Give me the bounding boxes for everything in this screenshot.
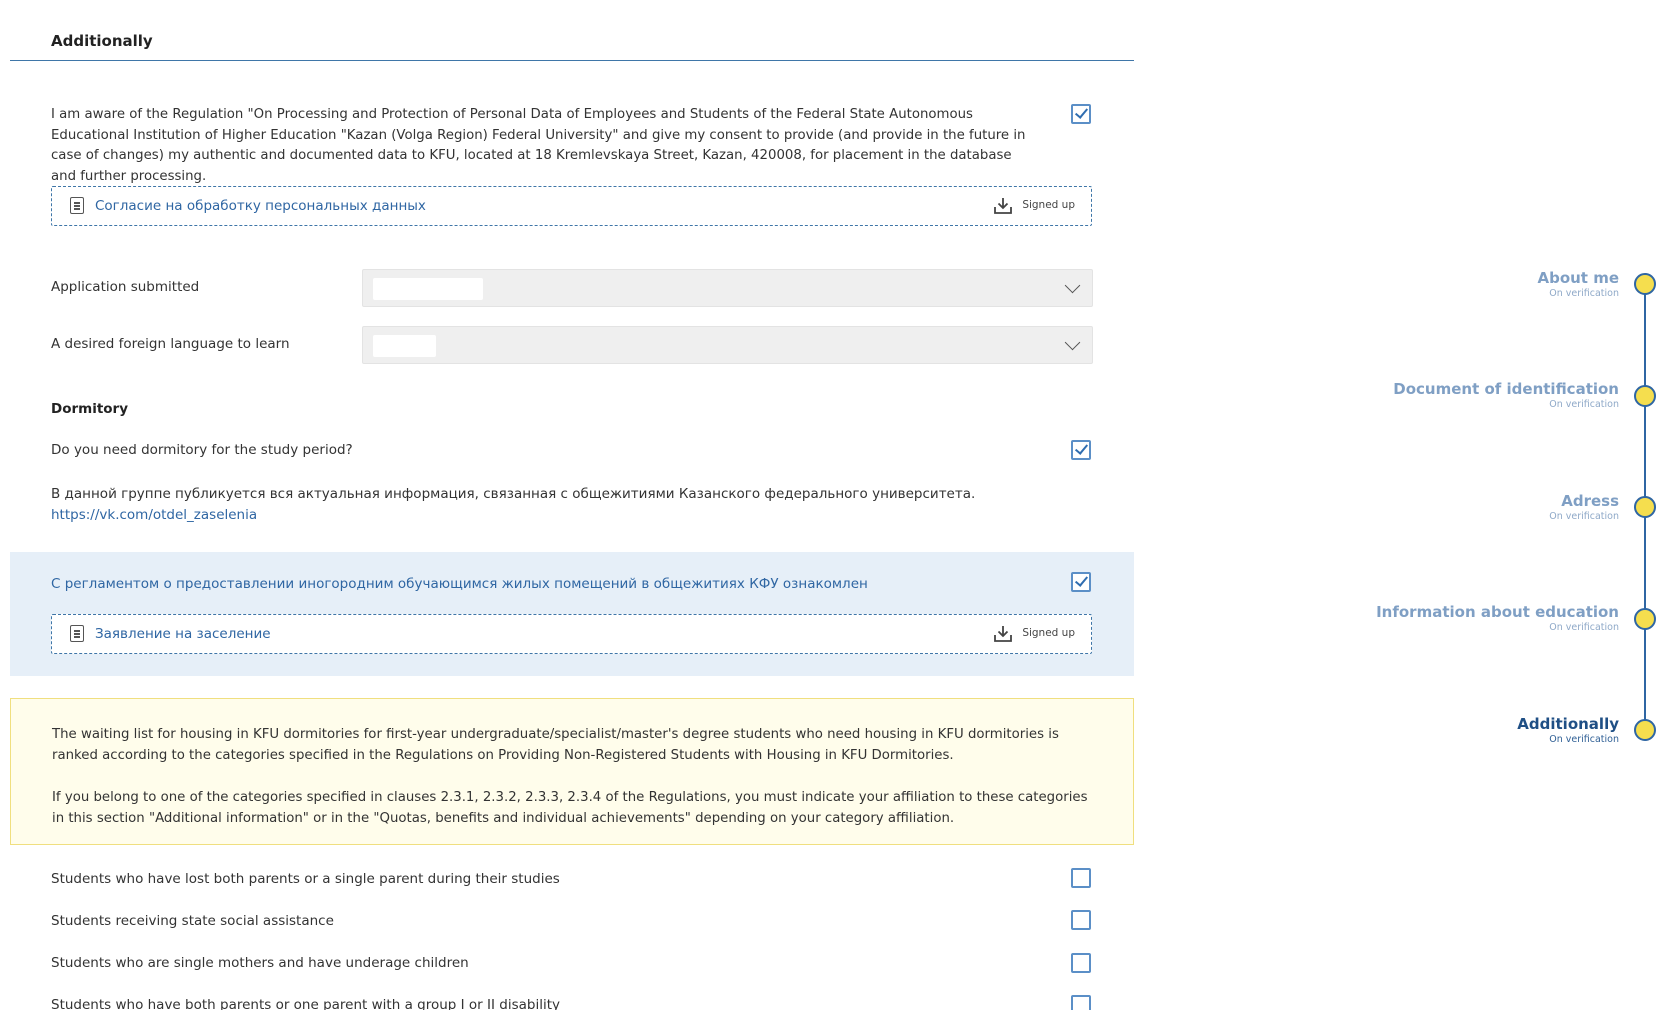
timeline-step-additionally[interactable]: Additionally On verification: [1517, 715, 1619, 745]
notice-paragraph-2: If you belong to one of the categories s…: [52, 790, 1088, 826]
timeline-step-status: On verification: [1549, 734, 1619, 745]
checkmark-icon: [1074, 105, 1089, 119]
waiting-list-notice: The waiting list for housing in KFU dorm…: [10, 698, 1134, 845]
category-label: Students receiving state social assistan…: [51, 913, 334, 929]
dormitory-info: В данной группе публикуется вся актуальн…: [51, 484, 975, 526]
progress-timeline: About me On verification Document of ide…: [1376, 0, 1659, 1010]
application-submitted-row: Application submitted: [51, 269, 1093, 307]
category-checkbox[interactable]: [1071, 995, 1091, 1010]
dormitory-need-checkbox[interactable]: [1071, 440, 1091, 460]
application-submitted-label: Application submitted: [51, 279, 200, 295]
application-submitted-value: [373, 278, 483, 300]
timeline-step-status: On verification: [1549, 399, 1619, 410]
dormitory-need-question: Do you need dormitory for the study peri…: [51, 442, 353, 458]
timeline-step-title: Additionally: [1517, 715, 1619, 733]
document-icon: [70, 197, 84, 214]
additional-section: Additionally I am aware of the Regulatio…: [10, 0, 1134, 187]
dormitory-application-document[interactable]: Заявление на заселение Signed up: [51, 614, 1092, 654]
checkmark-icon: [1074, 441, 1089, 455]
chevron-down-icon: [1064, 334, 1081, 351]
timeline-step-education[interactable]: Information about education On verificat…: [1376, 603, 1619, 633]
category-checkbox[interactable]: [1071, 868, 1091, 888]
dormitory-info-link[interactable]: https://vk.com/otdel_zaselenia: [51, 507, 257, 523]
consent-document-label: Согласие на обработку персональных данны…: [95, 198, 426, 214]
checkmark-icon: [1074, 573, 1089, 587]
category-label: Students who have lost both parents or a…: [51, 871, 560, 887]
consent-document[interactable]: Согласие на обработку персональных данны…: [51, 186, 1092, 226]
dormitory-info-text: В данной группе публикуется вся актуальн…: [51, 486, 976, 502]
timeline-dot-icon[interactable]: [1634, 385, 1656, 407]
category-label: Students who have both parents or one pa…: [51, 997, 560, 1010]
timeline-step-status: On verification: [1549, 511, 1619, 522]
timeline-step-title: Adress: [1561, 492, 1619, 510]
timeline-step-title: Information about education: [1376, 603, 1619, 621]
foreign-language-value: [373, 335, 436, 357]
download-icon[interactable]: [993, 196, 1013, 216]
application-submitted-select[interactable]: [362, 269, 1093, 307]
timeline-step-title: Document of identification: [1393, 380, 1619, 398]
consent-document-status: Signed up: [1022, 199, 1075, 211]
category-checkbox[interactable]: [1071, 953, 1091, 973]
regulation-text: С регламентом о предоставлении иногородн…: [51, 576, 868, 592]
foreign-language-select[interactable]: [362, 326, 1093, 364]
regulation-checkbox[interactable]: [1071, 572, 1091, 592]
foreign-language-row: A desired foreign language to learn: [51, 326, 1093, 364]
category-label: Students who are single mothers and have…: [51, 955, 469, 971]
foreign-language-label: A desired foreign language to learn: [51, 336, 290, 352]
download-icon[interactable]: [993, 624, 1013, 644]
dormitory-heading: Dormitory: [51, 401, 129, 417]
timeline-step-about-me[interactable]: About me On verification: [1537, 269, 1619, 299]
timeline-dot-icon[interactable]: [1634, 273, 1656, 295]
consent-text: I am aware of the Regulation "On Process…: [51, 107, 1026, 184]
chevron-down-icon: [1064, 277, 1081, 294]
timeline-step-identification[interactable]: Document of identification On verificati…: [1393, 380, 1619, 410]
notice-paragraph-1: The waiting list for housing in KFU dorm…: [52, 727, 1059, 763]
section-title: Additionally: [51, 32, 153, 50]
timeline-step-address[interactable]: Adress On verification: [1549, 492, 1619, 522]
consent-checkbox[interactable]: [1071, 104, 1091, 124]
timeline-dot-icon[interactable]: [1634, 496, 1656, 518]
timeline-step-status: On verification: [1549, 622, 1619, 633]
category-checkbox[interactable]: [1071, 910, 1091, 930]
dormitory-document-label: Заявление на заселение: [95, 626, 271, 642]
dormitory-document-status: Signed up: [1022, 627, 1075, 639]
timeline-dot-icon[interactable]: [1634, 719, 1656, 741]
consent-row: I am aware of the Regulation "On Process…: [10, 105, 1134, 187]
timeline-step-title: About me: [1537, 269, 1619, 287]
timeline-step-status: On verification: [1549, 288, 1619, 299]
document-icon: [70, 625, 84, 642]
section-header: Additionally: [10, 0, 1134, 61]
timeline-dot-icon[interactable]: [1634, 608, 1656, 630]
